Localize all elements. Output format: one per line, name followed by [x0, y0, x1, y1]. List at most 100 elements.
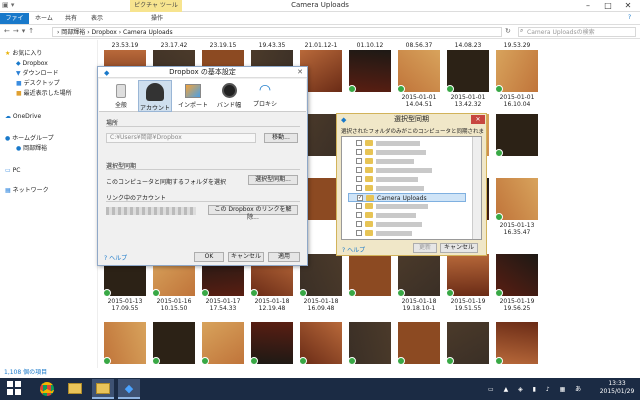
photo-thumbnail[interactable]: [299, 322, 342, 365]
photo-thumbnail[interactable]: [201, 322, 244, 365]
folder-checkbox[interactable]: [356, 167, 362, 173]
folder-tree-row[interactable]: [348, 157, 466, 166]
photo-thumbnail[interactable]: [446, 254, 489, 297]
nav-favorites[interactable]: ★ お気に入り: [5, 49, 42, 58]
selective-sync-button[interactable]: 選択型同期...: [248, 175, 298, 185]
tab-manage[interactable]: 操作: [146, 13, 168, 24]
photo-thumbnail[interactable]: [397, 254, 440, 297]
photo-thumbnail[interactable]: [495, 254, 538, 297]
start-button[interactable]: [6, 380, 22, 396]
update-button[interactable]: 更新: [413, 243, 437, 253]
close-button[interactable]: ✕: [618, 0, 638, 11]
tab-import[interactable]: インポート: [176, 81, 210, 111]
apply-button[interactable]: 適用: [268, 252, 300, 262]
folder-checkbox[interactable]: [356, 149, 362, 155]
location-field[interactable]: C:¥Users¥岡部¥Dropbox: [106, 133, 256, 143]
address-input[interactable]: › 岡部輝裕 › Dropbox › Camera Uploads: [52, 27, 502, 37]
close-icon[interactable]: ✕: [293, 68, 307, 77]
help-icon[interactable]: ?: [628, 14, 631, 21]
taskbar-explorer[interactable]: [92, 379, 114, 399]
folder-checkbox[interactable]: [356, 158, 362, 164]
photo-thumbnail[interactable]: [446, 50, 489, 93]
tab-view[interactable]: 表示: [86, 13, 108, 24]
folder-checkbox[interactable]: [356, 221, 362, 227]
photo-thumbnail[interactable]: [397, 50, 440, 93]
nav-recent[interactable]: ■ 最近表示した場所: [16, 89, 72, 98]
taskbar-dropbox[interactable]: ◆: [118, 379, 140, 399]
nav-desktop[interactable]: ■ デスクトップ: [16, 79, 60, 88]
folder-tree-row[interactable]: [348, 148, 466, 157]
photo-thumbnail[interactable]: [397, 322, 440, 365]
pc-icon: ▭: [5, 167, 11, 174]
photo-thumbnail[interactable]: [103, 322, 146, 365]
folder-checkbox[interactable]: [356, 230, 362, 236]
folder-tree-row[interactable]: [348, 166, 466, 175]
tab-proxy[interactable]: ◠ プロキシ: [248, 81, 282, 111]
photo-thumbnail[interactable]: [152, 322, 195, 365]
tree-scrollbar[interactable]: [472, 137, 481, 239]
help-link[interactable]: ? ヘルプ: [104, 253, 127, 262]
move-button[interactable]: 移動...: [264, 133, 298, 143]
tab-account[interactable]: アカウント: [138, 80, 172, 112]
unlink-button[interactable]: この Dropbox のリンクを解除...: [208, 205, 298, 221]
photo-thumbnail[interactable]: [495, 178, 538, 221]
status-bar: 1,108 個の項目: [0, 368, 640, 378]
ok-button[interactable]: OK: [194, 252, 224, 262]
synced-check-icon: [446, 357, 454, 365]
folder-checkbox[interactable]: [356, 203, 362, 209]
nav-dropbox[interactable]: ◆ Dropbox: [16, 59, 48, 68]
folder-checkbox[interactable]: ✓: [357, 195, 363, 201]
tab-bandwidth[interactable]: バンド幅: [212, 81, 246, 111]
folder-checkbox[interactable]: [356, 185, 362, 191]
clock[interactable]: 13:33 2015/01/29: [596, 380, 638, 396]
folder-tree-row[interactable]: ✓ Camera Uploads: [348, 193, 466, 202]
tab-share[interactable]: 共有: [60, 13, 82, 24]
photo-thumbnail[interactable]: [348, 254, 391, 297]
folder-tree[interactable]: ✓ Camera Uploads: [341, 136, 482, 240]
tab-general[interactable]: 全般: [106, 81, 136, 111]
cancel-button[interactable]: キャンセル: [228, 252, 264, 262]
file-date: 2015-01-01: [401, 94, 437, 101]
folder-checkbox[interactable]: [356, 176, 362, 182]
photo-thumbnail[interactable]: [446, 322, 489, 365]
nav-onedrive[interactable]: ☁ OneDrive: [5, 112, 41, 121]
folder-tree-row[interactable]: [348, 175, 466, 184]
nav-homegroup[interactable]: ● ホームグループ: [5, 134, 54, 143]
photo-thumbnail[interactable]: [348, 322, 391, 365]
folder-tree-row[interactable]: [348, 220, 466, 229]
search-input[interactable]: Camera Uploadsの検索: [518, 27, 636, 37]
taskbar-files[interactable]: [64, 379, 86, 399]
folder-checkbox[interactable]: [356, 140, 362, 146]
file-date: 2015-01-16: [156, 298, 192, 305]
nav-network[interactable]: ▦ ネットワーク: [5, 186, 49, 195]
help-link[interactable]: ? ヘルプ: [342, 245, 365, 254]
nav-arrows-icon[interactable]: ←→▾↑: [4, 27, 37, 35]
minimize-button[interactable]: –: [578, 0, 598, 11]
navigation-pane: ★ お気に入り ◆ Dropbox ▼ ダウンロード ■ デスクトップ ■ 最近…: [0, 40, 98, 370]
photo-thumbnail[interactable]: [250, 322, 293, 365]
nav-pc[interactable]: ▭ PC: [5, 166, 20, 175]
file-name-label: 2015-01-19 19.56.25: [494, 298, 540, 312]
file-time: 10.15.50: [160, 305, 188, 312]
folder-tree-row[interactable]: [348, 139, 466, 148]
photo-thumbnail[interactable]: [495, 114, 538, 157]
folder-tree-row[interactable]: [348, 229, 466, 238]
system-tray[interactable]: ▭ ▲ ◈ ▮ ♪ ▦ あ: [488, 384, 588, 393]
folder-checkbox[interactable]: [356, 212, 362, 218]
nav-user[interactable]: ● 岡部輝裕: [16, 144, 47, 153]
tab-home[interactable]: ホーム: [30, 13, 58, 24]
tab-file[interactable]: ファイル: [0, 13, 29, 33]
refresh-icon[interactable]: ↻: [505, 27, 511, 35]
photo-thumbnail[interactable]: [495, 50, 538, 93]
photo-thumbnail[interactable]: [348, 50, 391, 93]
photo-thumbnail[interactable]: [495, 322, 538, 365]
folder-tree-row[interactable]: [348, 211, 466, 220]
folder-tree-row[interactable]: [348, 202, 466, 211]
nav-downloads[interactable]: ▼ ダウンロード: [16, 69, 59, 78]
taskbar-chrome[interactable]: [36, 379, 58, 399]
cancel-button[interactable]: キャンセル: [440, 243, 478, 253]
maximize-button[interactable]: □: [598, 0, 618, 11]
folder-tree-row[interactable]: [348, 184, 466, 193]
synced-check-icon: [348, 357, 356, 365]
close-icon[interactable]: ✕: [471, 115, 485, 124]
